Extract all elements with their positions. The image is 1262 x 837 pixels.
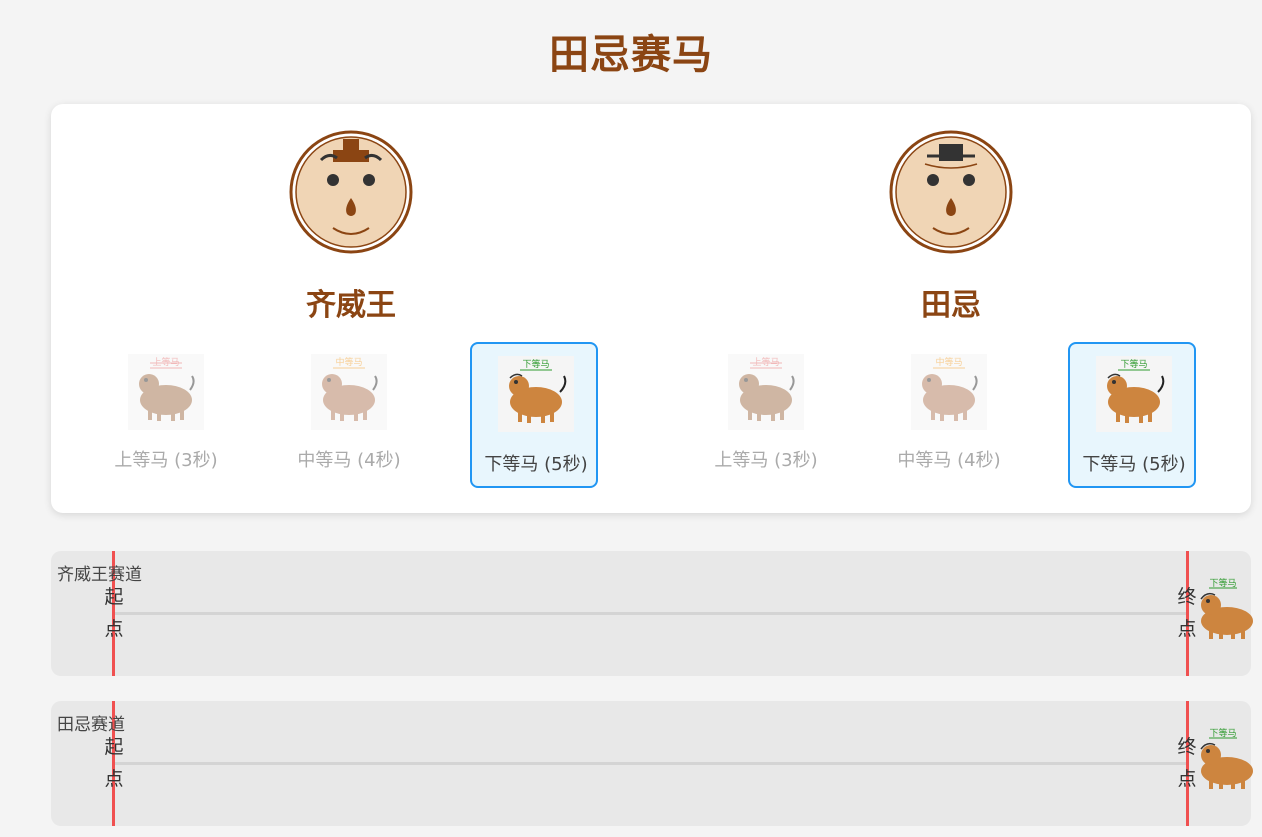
runner-horse-icon: 下等马 — [1195, 727, 1255, 789]
svg-text:下等马: 下等马 — [1120, 358, 1147, 370]
svg-text:中等马: 中等马 — [335, 356, 362, 368]
horse-label: 中等马 (4秒) — [297, 450, 401, 471]
horse-label: 上等马 (3秒) — [714, 450, 818, 471]
horse-low-icon: 下等马 — [1096, 356, 1172, 432]
svg-text:中等马: 中等马 — [935, 356, 962, 368]
horse-option-top[interactable]: 上等马 上等马 (3秒) — [702, 342, 830, 488]
selection-card: 齐威王 上等马 上等马 (3秒) 中等马 中等马 (4秒) 下等马 下等马 (5… — [51, 104, 1251, 513]
horse-mid-icon: 中等马 — [911, 354, 987, 430]
track-qi-weiwang: 齐威王赛道 起点 终点 下等马 — [51, 551, 1253, 676]
horse-label: 上等马 (3秒) — [114, 450, 218, 471]
horse-option-low[interactable]: 下等马 下等马 (5秒) — [1068, 342, 1196, 488]
player-tianji: 田忌 上等马 上等马 (3秒) 中等马 中等马 (4秒) 下等马 下等马 (5秒… — [651, 104, 1251, 513]
horse-option-mid[interactable]: 中等马 中等马 (4秒) — [885, 342, 1013, 488]
horse-option-top[interactable]: 上等马 上等马 (3秒) — [102, 342, 230, 488]
horse-label: 下等马 (5秒) — [484, 454, 588, 475]
svg-text:下等马: 下等马 — [1209, 727, 1236, 739]
player-qi-weiwang: 齐威王 上等马 上等马 (3秒) 中等马 中等马 (4秒) 下等马 下等马 (5… — [51, 104, 651, 513]
start-label: 起点 — [104, 586, 124, 640]
svg-text:下等马: 下等马 — [522, 358, 549, 370]
horse-low-icon: 下等马 — [498, 356, 574, 432]
svg-text:下等马: 下等马 — [1209, 577, 1236, 589]
horse-top-icon: 上等马 — [728, 354, 804, 430]
runner-horse-icon: 下等马 — [1195, 577, 1255, 639]
horse-option-mid[interactable]: 中等马 中等马 (4秒) — [285, 342, 413, 488]
king-avatar — [289, 130, 413, 254]
track-label: 齐威王赛道 — [57, 565, 142, 585]
horse-label: 下等马 (5秒) — [1082, 454, 1186, 475]
horse-top-icon: 上等马 — [128, 354, 204, 430]
player-name: 齐威王 — [306, 288, 396, 323]
track-line — [113, 762, 1187, 765]
player-name: 田忌 — [921, 288, 981, 323]
page-title: 田忌赛马 — [549, 32, 713, 78]
svg-text:上等马: 上等马 — [752, 356, 779, 368]
horse-mid-icon: 中等马 — [311, 354, 387, 430]
horse-option-low[interactable]: 下等马 下等马 (5秒) — [470, 342, 598, 488]
svg-text:上等马: 上等马 — [152, 356, 179, 368]
horse-label: 中等马 (4秒) — [897, 450, 1001, 471]
track-tianji: 田忌赛道 起点 终点 下等马 — [51, 701, 1253, 826]
track-line — [113, 612, 1187, 615]
tianji-avatar — [889, 130, 1013, 254]
start-label: 起点 — [104, 736, 124, 790]
